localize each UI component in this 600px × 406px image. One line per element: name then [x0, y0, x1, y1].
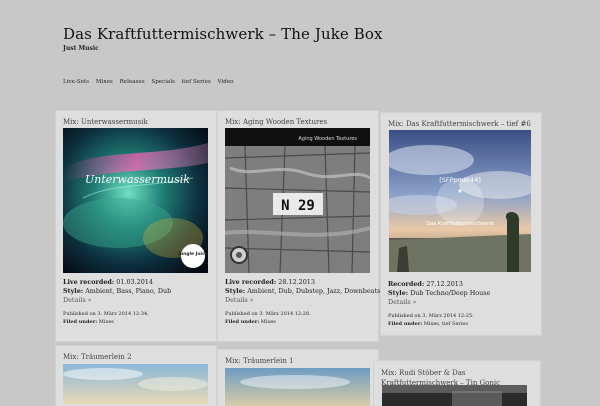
- site-tagline: Just Music: [63, 45, 99, 52]
- nav-item-tief-series[interactable]: tief Series: [182, 79, 211, 85]
- post-title[interactable]: Mix: Aging Wooden Textures: [225, 118, 327, 126]
- post-title[interactable]: Mix: Träumerlein 2: [63, 353, 132, 361]
- post-thumbnail[interactable]: Aging Wooden Textures N 29: [225, 128, 370, 273]
- post-card: Mix: Träumerlein 2: [56, 346, 216, 406]
- nav-item-live-sets[interactable]: Live-Sets: [63, 79, 89, 85]
- post-thumbnail[interactable]: [63, 364, 208, 404]
- category-link[interactable]: Mixes: [99, 319, 114, 325]
- post-card: Mix: Träumerlein 1: [218, 350, 378, 406]
- post-card: Mix: Unterwassermusik Unterwassermusik J…: [56, 111, 216, 341]
- nav-item-releases[interactable]: Releases: [120, 79, 145, 85]
- thumbnail-sign: N 29: [281, 198, 315, 214]
- post-card: Mix: Rudi Stöber & Das Kraftfuttermischw…: [374, 361, 540, 406]
- post-card: Mix: Das Kraftfuttermischwerk – tief #6 …: [381, 113, 541, 335]
- post-title[interactable]: Mix: Träumerlein 1: [225, 357, 294, 365]
- post-thumbnail[interactable]: [SFPpod044] Das Kraftfuttermischwerk: [389, 130, 531, 272]
- details-link[interactable]: Details »: [225, 296, 380, 305]
- post-card: Mix: Aging Wooden Textures Aging Wooden …: [218, 111, 381, 341]
- post-thumbnail[interactable]: [382, 385, 527, 406]
- post-meta: Recorded: 27.12.2013 Style: Dub Techno/D…: [388, 280, 491, 327]
- thumbnail-caption: Aging Wooden Textures: [298, 136, 357, 142]
- site-title[interactable]: Das Kraftfuttermischwerk – The Juke Box: [63, 25, 383, 43]
- thumbnail-caption: Unterwassermusik: [85, 173, 190, 186]
- category-link[interactable]: Mixes, tief Series: [424, 321, 468, 327]
- thumbnail-badge: Jungle Juice: [177, 251, 208, 257]
- nav-item-specials[interactable]: Specials: [151, 79, 175, 85]
- post-thumbnail[interactable]: Unterwassermusik Jungle Juice: [63, 128, 208, 273]
- main-navigation: Live-Sets Mixes Releases Specials tief S…: [63, 79, 239, 85]
- post-title[interactable]: Mix: Das Kraftfuttermischwerk – tief #6: [388, 120, 531, 128]
- post-meta: Live recorded: 28.12.2013 Style: Ambient…: [225, 278, 381, 325]
- nav-item-video[interactable]: Video: [218, 79, 234, 85]
- category-link[interactable]: Mixes: [261, 319, 276, 325]
- thumbnail-caption: Das Kraftfuttermischwerk: [426, 221, 495, 227]
- details-link[interactable]: Details »: [388, 298, 490, 307]
- nav-item-mixes[interactable]: Mixes: [96, 79, 113, 85]
- thumbnail-code: [SFPpod044]: [439, 176, 481, 184]
- post-title[interactable]: Mix: Unterwassermusik: [63, 118, 148, 126]
- post-meta: Live recorded: 01.03.2014 Style: Ambient…: [63, 278, 172, 325]
- post-thumbnail[interactable]: [225, 368, 370, 406]
- details-link[interactable]: Details »: [63, 296, 171, 305]
